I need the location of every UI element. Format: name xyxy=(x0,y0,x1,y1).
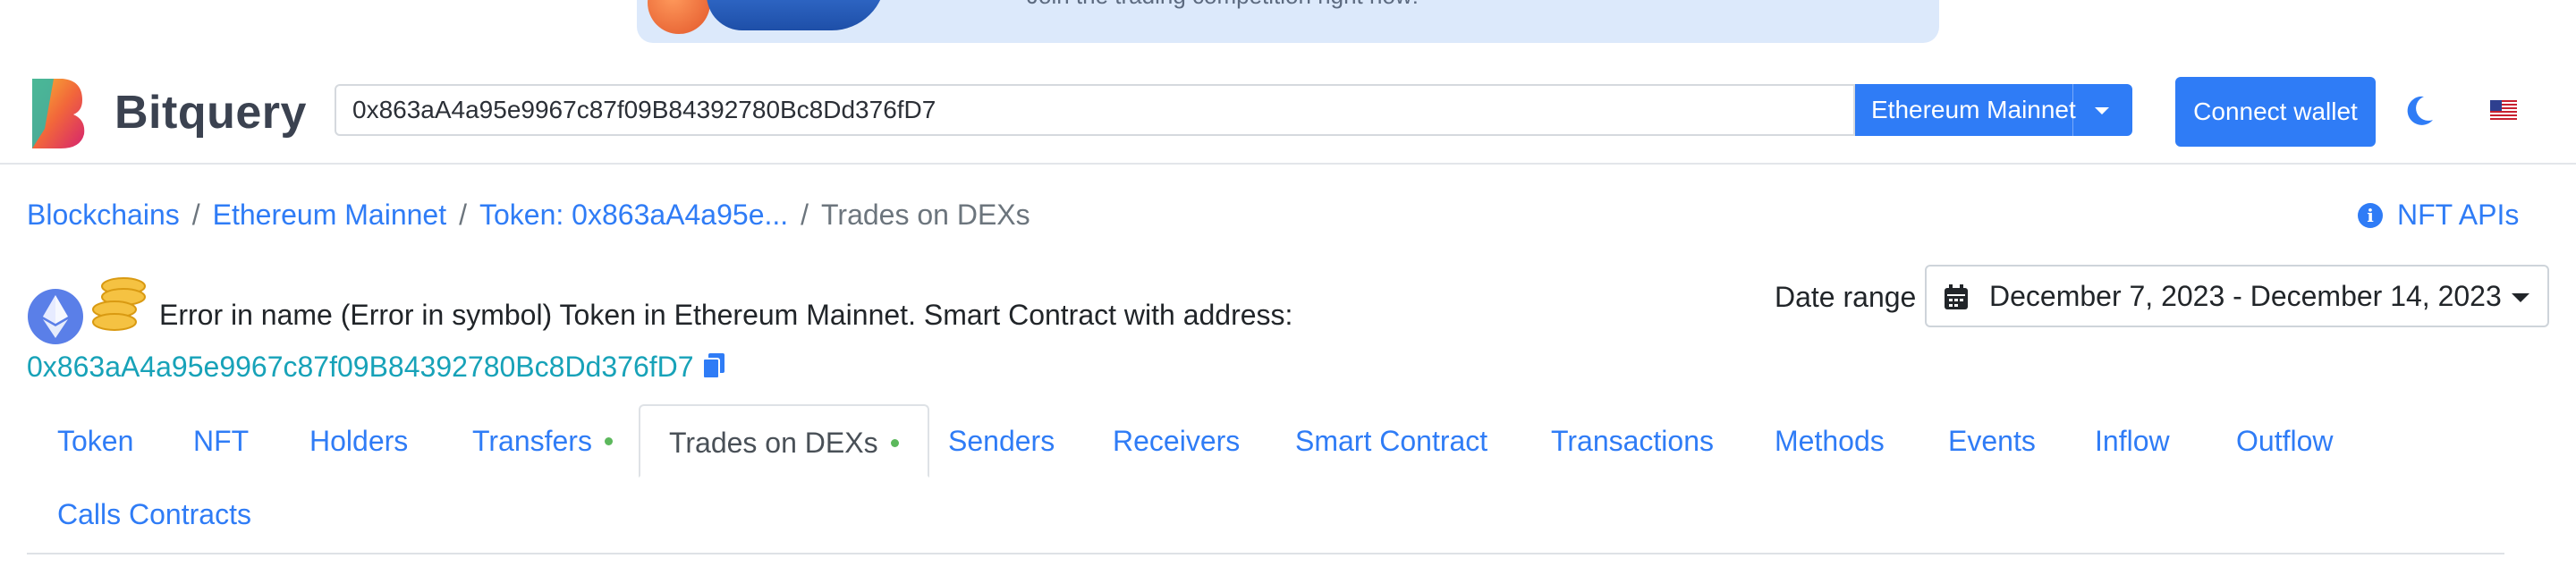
token-address[interactable]: 0x863aA4a95e9967c87f09B84392780Bc8Dd376f… xyxy=(27,351,726,384)
token-address-text[interactable]: 0x863aA4a95e9967c87f09B84392780Bc8Dd376f… xyxy=(27,351,694,383)
breadcrumb-separator: / xyxy=(191,199,200,231)
banner-illustration xyxy=(648,0,710,34)
tab-holders[interactable]: Holders xyxy=(309,423,408,459)
tab-nft[interactable]: NFT xyxy=(193,423,249,459)
coins-icon xyxy=(92,277,146,331)
tab-methods[interactable]: Methods xyxy=(1775,423,1885,459)
breadcrumb-token[interactable]: Token: 0x863aA4a95e... xyxy=(479,199,788,231)
calendar-icon xyxy=(1945,284,1968,309)
tab-transactions[interactable]: Transactions xyxy=(1551,423,1714,459)
nft-apis-label: NFT APIs xyxy=(2397,199,2520,231)
divider xyxy=(2072,84,2073,136)
date-range-label: Date range xyxy=(1775,281,1917,313)
tab-smart-contract[interactable]: Smart Contract xyxy=(1295,423,1487,459)
breadcrumb-current: Trades on DEXs xyxy=(821,199,1030,231)
tab-transfers-label: Transfers xyxy=(472,425,592,457)
moon-icon[interactable] xyxy=(2401,93,2436,129)
banner-text: Join the trading competition right now! xyxy=(1027,0,1419,10)
breadcrumb: Blockchains / Ethereum Mainnet / Token: 0x86… xyxy=(27,199,1030,232)
tab-bar: Token NFT Holders Transfers Trades on DE… xyxy=(27,404,2504,554)
tab-events[interactable]: Events xyxy=(1948,423,2036,459)
banner-illustration-whale xyxy=(707,0,886,30)
breadcrumb-separator: / xyxy=(459,199,467,231)
connect-wallet-button[interactable]: Connect wallet xyxy=(2175,77,2376,147)
tab-inflow[interactable]: Inflow xyxy=(2095,423,2170,459)
tab-receivers[interactable]: Receivers xyxy=(1113,423,1240,459)
us-flag-icon[interactable] xyxy=(2490,100,2517,120)
chevron-down-icon xyxy=(2512,293,2529,302)
network-select-label: Ethereum Mainnet xyxy=(1871,96,2076,123)
tab-transfers[interactable]: Transfers xyxy=(472,423,613,459)
network-select[interactable]: Ethereum Mainnet xyxy=(1855,84,2132,136)
search-input[interactable]: 0x863aA4a95e9967c87f09B84392780Bc8Dd376f… xyxy=(335,84,1855,136)
tab-trades-on-dexs[interactable]: Trades on DEXs xyxy=(639,404,929,478)
nft-apis-link[interactable]: i NFT APIs xyxy=(2358,199,2519,232)
activity-indicator xyxy=(890,439,899,447)
breadcrumb-ethereum-mainnet[interactable]: Ethereum Mainnet xyxy=(213,199,446,231)
info-icon: i xyxy=(2358,203,2383,228)
bitquery-logo-icon[interactable] xyxy=(27,75,88,150)
tab-calls-contracts[interactable]: Calls Contracts xyxy=(57,496,251,532)
breadcrumb-separator: / xyxy=(801,199,809,231)
date-range-value: December 7, 2023 - December 14, 2023 xyxy=(1989,280,2502,312)
token-description: Error in name (Error in symbol) Token in… xyxy=(159,299,1293,331)
chevron-down-icon xyxy=(2095,107,2109,114)
brand-name[interactable]: Bitquery xyxy=(114,86,307,140)
ethereum-icon xyxy=(28,289,83,344)
promo-banner[interactable]: Join the trading competition right now! xyxy=(637,0,1939,43)
breadcrumb-blockchains[interactable]: Blockchains xyxy=(27,199,180,231)
tab-outflow[interactable]: Outflow xyxy=(2236,423,2333,459)
tab-token[interactable]: Token xyxy=(57,423,133,459)
header: Bitquery 0x863aA4a95e9967c87f09B84392780… xyxy=(0,64,2576,165)
activity-indicator xyxy=(604,437,613,445)
tab-trades-on-dexs-label: Trades on DEXs xyxy=(669,427,878,459)
date-range-picker[interactable]: December 7, 2023 - December 14, 2023 xyxy=(1925,265,2549,327)
tab-senders[interactable]: Senders xyxy=(948,423,1055,459)
copy-icon[interactable] xyxy=(701,351,726,380)
